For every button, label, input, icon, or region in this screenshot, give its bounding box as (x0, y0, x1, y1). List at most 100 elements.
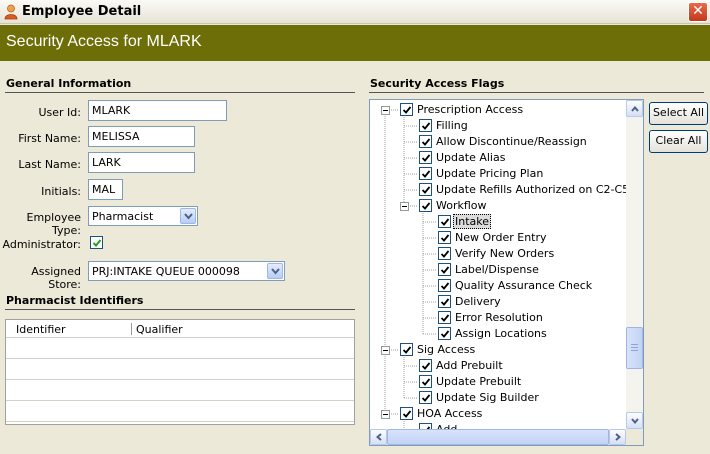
checkmark-icon (421, 202, 431, 210)
checkmark-icon (421, 154, 431, 162)
chevron-up-icon (631, 106, 639, 112)
table-row[interactable] (6, 379, 354, 380)
identifiers-divider (5, 309, 355, 310)
assigned-store-dropdown-button[interactable] (267, 263, 283, 279)
flag-checkbox[interactable] (419, 183, 432, 196)
checkmark-icon (402, 410, 412, 418)
collapse-toggle-icon[interactable] (381, 410, 390, 419)
flag-checkbox[interactable] (400, 343, 413, 356)
tree-vertical-scrollbar[interactable] (626, 100, 643, 429)
page-title: Security Access for MLARK (6, 33, 202, 50)
flag-checkbox[interactable] (438, 231, 451, 244)
tree-item-label: Update Pricing Plan (436, 167, 544, 180)
administrator-label: Administrator: (2, 238, 82, 251)
employee-type-dropdown-button[interactable] (180, 208, 196, 224)
tree-item-label: Intake (453, 214, 492, 229)
checkmark-icon (440, 218, 450, 226)
tree-item-label: Sig Access (417, 343, 476, 356)
table-row[interactable] (6, 358, 354, 359)
user-id-field[interactable]: MLARK (88, 100, 227, 121)
column-header-identifier[interactable]: Identifier (16, 323, 66, 336)
window-title: Employee Detail (22, 4, 142, 19)
assigned-store-value: PRJ:INTAKE QUEUE 000098 (92, 265, 240, 278)
employee-type-select[interactable]: Pharmacist (88, 206, 198, 226)
flag-checkbox[interactable] (438, 247, 451, 260)
flag-checkbox[interactable] (438, 215, 451, 228)
flag-checkbox[interactable] (438, 295, 451, 308)
initials-label: Initials: (41, 185, 81, 198)
tree-item-label: Update Prebuilt (436, 375, 522, 388)
table-row[interactable] (6, 400, 354, 401)
collapse-toggle-icon[interactable] (381, 106, 390, 115)
tree-item-label: Prescription Access (417, 103, 524, 116)
scroll-up-button[interactable] (626, 100, 643, 117)
checkmark-icon (421, 186, 431, 194)
assigned-store-label: Assigned Store: (31, 265, 81, 291)
clear-all-button[interactable]: Clear All (649, 130, 708, 153)
table-row[interactable] (6, 421, 354, 422)
tree-item-label: HOA Access (417, 407, 483, 420)
select-all-button[interactable]: Select All (649, 102, 708, 125)
flag-checkbox[interactable] (419, 167, 432, 180)
tree-item-label: Verify New Orders (455, 247, 555, 260)
scroll-left-button[interactable] (370, 429, 387, 445)
collapse-toggle-icon[interactable] (381, 346, 390, 355)
tree-item-label: Quality Assurance Check (455, 279, 593, 292)
flag-checkbox[interactable] (419, 151, 432, 164)
flag-checkbox[interactable] (400, 407, 413, 420)
tree-item-label: New Order Entry (455, 231, 547, 244)
checkmark-icon (440, 330, 450, 338)
thumb-grip (631, 344, 638, 345)
chevron-down-icon (184, 213, 193, 220)
checkmark-icon (402, 346, 412, 354)
collapse-toggle-icon[interactable] (400, 202, 409, 211)
vertical-scroll-thumb[interactable] (626, 327, 643, 369)
security-flags-divider (369, 92, 704, 93)
flag-checkbox[interactable] (438, 279, 451, 292)
flag-checkbox[interactable] (400, 103, 413, 116)
flag-checkbox[interactable] (419, 359, 432, 372)
chevron-down-icon (631, 418, 639, 424)
first-name-field[interactable]: MELISSA (88, 126, 195, 147)
flag-checkbox[interactable] (438, 311, 451, 324)
security-flags-tree[interactable]: Prescription Access Filling Allow Disconti… (369, 99, 644, 446)
checkmark-icon (402, 106, 412, 114)
identifiers-table-header: Identifier Qualifier (6, 320, 354, 338)
chevron-down-icon (271, 268, 280, 275)
flag-checkbox[interactable] (419, 135, 432, 148)
tree-item-label: Assign Locations (455, 327, 547, 340)
flag-checkbox[interactable] (438, 327, 451, 340)
tree-item-label: Add Prebuilt (436, 359, 503, 372)
flag-checkbox[interactable] (419, 199, 432, 212)
last-name-field[interactable]: LARK (88, 152, 195, 173)
flag-checkbox[interactable] (419, 391, 432, 404)
flag-checkbox[interactable] (419, 375, 432, 388)
last-name-label: Last Name: (18, 158, 81, 171)
tree-item-label: Update Alias (436, 151, 506, 164)
tree-item-label: Update Refills Authorized on C2-C5 (436, 183, 630, 196)
header-band: Security Access for MLARK (0, 25, 710, 61)
employee-type-value: Pharmacist (92, 210, 154, 223)
employee-type-label: Employee Type: (26, 211, 81, 237)
checkmark-icon (421, 170, 431, 178)
pharmacist-identifiers-heading: Pharmacist Identifiers (6, 294, 144, 307)
user-id-label: User Id: (38, 106, 81, 119)
assigned-store-select[interactable]: PRJ:INTAKE QUEUE 000098 (88, 261, 285, 281)
thumb-grip (631, 350, 638, 351)
horizontal-scroll-thumb[interactable] (387, 429, 609, 445)
checkmark-icon (440, 266, 450, 274)
tree-item-label: Error Resolution (455, 311, 543, 324)
checkmark-icon (421, 394, 431, 402)
column-header-qualifier[interactable]: Qualifier (136, 323, 183, 336)
close-icon: ✕ (692, 3, 704, 19)
identifiers-table[interactable]: Identifier Qualifier (5, 319, 355, 425)
flag-checkbox[interactable] (438, 263, 451, 276)
scroll-right-button[interactable] (609, 429, 626, 445)
flag-checkbox[interactable] (419, 119, 432, 132)
checkmark-icon (421, 138, 431, 146)
administrator-checkbox[interactable] (90, 236, 103, 249)
initials-field[interactable]: MAL (88, 179, 123, 200)
close-button[interactable]: ✕ (688, 2, 708, 22)
checkmark-icon (440, 282, 450, 290)
scroll-down-button[interactable] (626, 412, 643, 429)
